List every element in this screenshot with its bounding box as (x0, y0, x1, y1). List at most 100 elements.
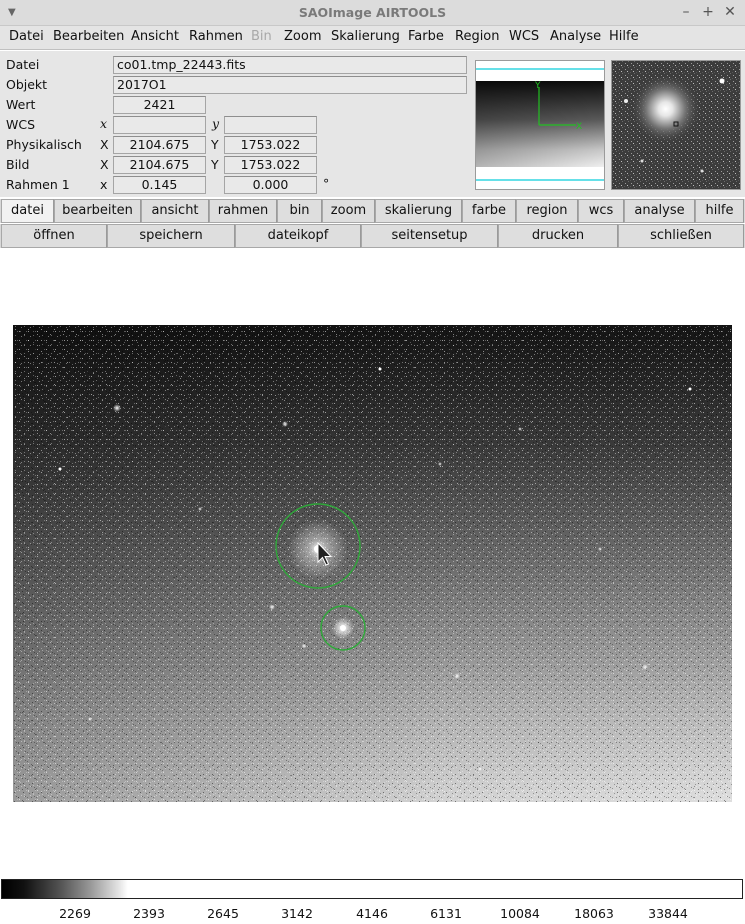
physical-y-field[interactable]: 1753.022 (224, 136, 317, 154)
button-rahmen[interactable]: rahmen (209, 199, 277, 223)
value-field[interactable]: 2421 (113, 96, 206, 114)
star (301, 643, 307, 649)
title-bar: ▼ SAOImage AIRTOOLS – + ✕ (0, 0, 745, 26)
button-seitensetup[interactable]: seitensetup (361, 224, 498, 248)
button-skalierung[interactable]: skalierung (375, 199, 462, 223)
star (688, 387, 692, 391)
compass-east-label: X (576, 122, 582, 132)
button-bar-main: datei bearbeiten ansicht rahmen bin zoom… (0, 199, 745, 223)
magnifier-star (640, 159, 644, 163)
frame-angle-unit: ° (323, 176, 330, 191)
value-label: Wert (6, 97, 36, 112)
wcs-y-field[interactable] (224, 116, 317, 134)
frame-label: Rahmen 1 (6, 177, 70, 192)
colorbar-tick: 4146 (356, 906, 388, 921)
magnifier-image (612, 61, 740, 189)
image-x-field[interactable]: 2104.675 (113, 156, 206, 174)
star (269, 604, 275, 610)
object-field[interactable]: 2017O1 (113, 76, 467, 94)
image-canvas (13, 325, 732, 802)
menu-region[interactable]: Region (455, 29, 500, 44)
image-y-axis-label: Y (211, 157, 219, 172)
star (642, 664, 648, 670)
star (113, 404, 121, 412)
panner-shade (476, 81, 604, 167)
menu-rahmen[interactable]: Rahmen (189, 29, 243, 44)
menu-wcs[interactable]: WCS (509, 29, 539, 44)
image-frame[interactable] (0, 249, 745, 879)
menu-skalierung[interactable]: Skalierung (331, 29, 400, 44)
sky-noise-fine (13, 325, 732, 802)
star (478, 767, 482, 771)
compass-north-label: Y (534, 81, 541, 91)
magnifier-comet (626, 72, 714, 160)
button-region[interactable]: region (516, 199, 578, 223)
star (282, 421, 288, 427)
wcs-label: WCS (6, 117, 36, 132)
star (598, 547, 602, 551)
colorbar-tick: 3142 (281, 906, 313, 921)
image-label: Bild (6, 157, 30, 172)
magnifier-star (624, 99, 628, 103)
button-schliessen[interactable]: schließen (618, 224, 744, 248)
button-farbe[interactable]: farbe (462, 199, 516, 223)
button-drucken[interactable]: drucken (498, 224, 618, 248)
star (58, 467, 62, 471)
bright-star-core (340, 625, 346, 631)
frame-zoom-field[interactable]: 0.145 (113, 176, 206, 194)
star (454, 673, 460, 679)
image-x-axis-label: X (100, 157, 109, 172)
button-bearbeiten[interactable]: bearbeiten (54, 199, 141, 223)
physical-x-field[interactable]: 2104.675 (113, 136, 206, 154)
colorbar-tick: 2645 (207, 906, 239, 921)
menu-bin: Bin (251, 29, 272, 44)
file-label: Datei (6, 57, 40, 72)
star (88, 717, 92, 721)
magnifier-view (611, 60, 741, 190)
close-icon[interactable]: ✕ (721, 3, 739, 21)
menu-hilfe[interactable]: Hilfe (609, 29, 639, 44)
button-speichern[interactable]: speichern (107, 224, 235, 248)
maximize-icon[interactable]: + (699, 3, 717, 21)
menu-analyse[interactable]: Analyse (550, 29, 601, 44)
menu-zoom[interactable]: Zoom (284, 29, 321, 44)
frame-angle-field[interactable]: 0.000 (224, 176, 317, 194)
button-wcs[interactable]: wcs (578, 199, 624, 223)
button-analyse[interactable]: analyse (624, 199, 695, 223)
star (518, 427, 522, 431)
button-hilfe[interactable]: hilfe (695, 199, 744, 223)
button-zoom[interactable]: zoom (322, 199, 375, 223)
object-label: Objekt (6, 77, 48, 92)
menu-bearbeiten[interactable]: Bearbeiten (53, 29, 124, 44)
physical-label: Physikalisch (6, 137, 82, 152)
colorbar[interactable] (1, 879, 743, 899)
colorbar-tick: 18063 (574, 906, 614, 921)
menu-bar: Datei Bearbeiten Ansicht Rahmen Bin Zoom… (0, 26, 745, 50)
star (378, 367, 382, 371)
button-ansicht[interactable]: ansicht (141, 199, 209, 223)
magnifier-star (700, 169, 704, 173)
menu-datei[interactable]: Datei (9, 29, 44, 44)
menu-ansicht[interactable]: Ansicht (131, 29, 179, 44)
button-dateikopf[interactable]: dateikopf (235, 224, 361, 248)
menu-farbe[interactable]: Farbe (408, 29, 444, 44)
button-bin[interactable]: bin (277, 199, 322, 223)
panner-image: Y X (476, 68, 604, 181)
minimize-icon[interactable]: – (677, 3, 695, 21)
button-datei[interactable]: datei (1, 199, 54, 223)
file-field[interactable]: co01.tmp_22443.fits (113, 56, 467, 74)
wcs-x-field[interactable] (113, 116, 206, 134)
colorbar-tick: 6131 (430, 906, 462, 921)
colorbar-tick: 33844 (648, 906, 688, 921)
colorbar-tick: 2269 (59, 906, 91, 921)
physical-x-axis-label: X (100, 137, 109, 152)
image-y-field[interactable]: 1753.022 (224, 156, 317, 174)
panner-view[interactable]: Y X (475, 60, 605, 190)
star (438, 462, 442, 466)
button-oeffnen[interactable]: öffnen (1, 224, 107, 248)
magnifier-star (719, 78, 725, 84)
colorbar-tick: 2393 (133, 906, 165, 921)
star (198, 507, 202, 511)
wcs-y-axis-label: y (212, 116, 220, 131)
window-title: SAOImage AIRTOOLS (298, 5, 447, 20)
